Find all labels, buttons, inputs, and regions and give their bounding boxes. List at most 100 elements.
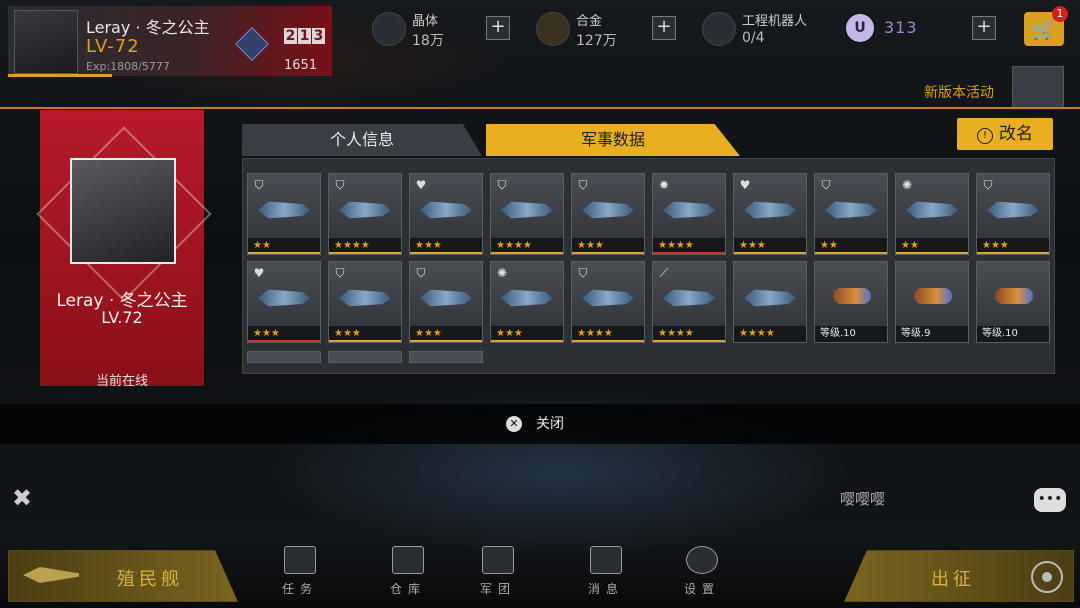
target-icon: ✺ [496, 266, 508, 280]
item-card[interactable]: ✹ ★★★★ [652, 173, 726, 255]
player-card[interactable]: Leray · 冬之公主 LV-72 Exp:1808/5777 213 165… [8, 6, 332, 76]
item-card[interactable]: ♥ ★★★ [247, 261, 321, 343]
gear-icon: ✹ [658, 178, 670, 192]
item-card[interactable] [409, 351, 483, 363]
sortie-label: 出征 [931, 569, 975, 590]
item-level: 等级.10 [977, 326, 1049, 342]
tab-military-data[interactable]: 军事数据 [486, 124, 740, 156]
item-card[interactable]: ★★★★ [733, 261, 807, 343]
shield-icon: ⛉ [335, 266, 345, 280]
shop-notification-badge: 1 [1052, 6, 1068, 22]
rarity-bar [653, 340, 725, 342]
tab-personal-info[interactable]: 个人信息 [242, 124, 482, 156]
item-card[interactable]: ♥ ★★★ [409, 173, 483, 255]
item-card[interactable]: ⛉ ★★★★ [328, 173, 402, 255]
ship-icon [987, 201, 1039, 219]
rank-chevron-icon [235, 27, 269, 61]
close-button[interactable]: ✕ 关闭 [506, 414, 564, 434]
item-card[interactable]: 等级.10 [976, 261, 1050, 343]
item-card[interactable]: ⛉ ★★ [247, 173, 321, 255]
tools-icon[interactable]: ✖ [12, 484, 42, 514]
item-card[interactable]: ⛉ ★★★ [571, 173, 645, 255]
ship-icon [825, 201, 877, 219]
crystal-label: 晶体 [412, 14, 439, 29]
player-avatar[interactable] [14, 10, 78, 74]
add-alloy-button[interactable]: + [652, 16, 676, 40]
chevron-rank-icon [482, 546, 514, 574]
nav-warehouse[interactable]: 仓库 [378, 546, 438, 596]
item-card[interactable]: ⛉ ★★★★ [571, 261, 645, 343]
robot-value: 0/4 [742, 30, 765, 46]
shield-icon: ⛉ [821, 178, 831, 192]
robot-icon [702, 12, 736, 46]
item-card[interactable]: 等级.10 [814, 261, 888, 343]
rarity-bar [815, 252, 887, 254]
crystal-resource: 晶体 18万 [372, 10, 492, 50]
leaderboard-podium-icon[interactable]: 213 [284, 28, 328, 54]
item-card[interactable]: ✺ ★★★ [490, 261, 564, 343]
nav-label: 军团 [479, 582, 516, 596]
nav-label: 消息 [587, 582, 624, 596]
nav-messages[interactable]: 消息 [576, 546, 636, 596]
ammo-icon [833, 288, 871, 304]
ship-icon [582, 289, 634, 307]
chat-bubble-icon[interactable]: ••• [1034, 488, 1066, 512]
item-card[interactable]: ♥ ★★★ [733, 173, 807, 255]
item-card[interactable] [247, 351, 321, 363]
add-crystal-button[interactable]: + [486, 16, 510, 40]
ship-icon [258, 201, 310, 219]
ship-icon [663, 201, 715, 219]
gold-bar-icon [536, 12, 570, 46]
event-chest-icon[interactable] [1012, 66, 1064, 108]
shield-icon: ⛉ [983, 178, 993, 192]
ship-icon [744, 289, 796, 307]
colony-ship-label: 殖民舰 [117, 569, 183, 590]
shield-icon: ⛉ [578, 266, 588, 280]
item-level: 等级.9 [896, 326, 968, 342]
ship-icon [420, 201, 472, 219]
alloy-label: 合金 [576, 14, 603, 29]
rename-button[interactable]: ! 改名 [957, 118, 1053, 150]
rarity-bar [572, 340, 644, 342]
rarity-bar [653, 252, 725, 254]
chat-preview-text: 嘤嘤嘤 [840, 490, 886, 508]
nav-legion[interactable]: 军团 [468, 546, 528, 596]
heart-icon: ♥ [253, 266, 265, 280]
new-version-event-label[interactable]: 新版本活动 [924, 82, 994, 102]
close-label: 关闭 [536, 416, 564, 432]
missions-icon [284, 546, 316, 574]
item-card[interactable] [328, 351, 402, 363]
target-icon [1031, 561, 1063, 593]
rename-label: 改名 [999, 124, 1033, 144]
item-card[interactable]: ⛉ ★★ [814, 173, 888, 255]
ship-icon [582, 201, 634, 219]
rarity-bar [572, 252, 644, 254]
item-card[interactable]: ⛉ ★★★ [328, 261, 402, 343]
ship-icon [501, 289, 553, 307]
item-card[interactable]: 等级.9 [895, 261, 969, 343]
profile-panel: Leray · 冬之公主 LV.72 当前在线 [36, 110, 212, 389]
item-card[interactable]: ⟋ ★★★★ [652, 261, 726, 343]
u-currency-value: 313 [884, 18, 918, 37]
sortie-button[interactable]: 出征 [844, 550, 1074, 602]
nav-label: 仓库 [389, 582, 426, 596]
podium-digit: 2 [284, 28, 297, 44]
rarity-bar [410, 340, 482, 342]
nav-missions[interactable]: 任务 [270, 546, 330, 596]
ship-icon [339, 201, 391, 219]
nav-settings[interactable]: 设置 [672, 546, 732, 596]
colony-ship-button[interactable]: 殖民舰 [8, 550, 238, 602]
item-card[interactable]: ⛉ ★★★★ [490, 173, 564, 255]
robot-resource: 工程机器人 0/4 [702, 10, 832, 50]
item-card[interactable]: ⛉ ★★★ [976, 173, 1050, 255]
online-status: 当前在线 [95, 374, 148, 389]
rarity-bar [896, 252, 968, 254]
envelope-icon [590, 546, 622, 574]
alloy-resource: 合金 127万 [536, 10, 656, 50]
item-card[interactable]: ✺ ★★ [895, 173, 969, 255]
item-card[interactable]: ⛉ ★★★ [409, 261, 483, 343]
close-bar: ✕ 关闭 [0, 404, 1080, 444]
add-u-currency-button[interactable]: + [972, 16, 996, 40]
rarity-bar [248, 252, 320, 254]
heart-icon: ♥ [415, 178, 427, 192]
